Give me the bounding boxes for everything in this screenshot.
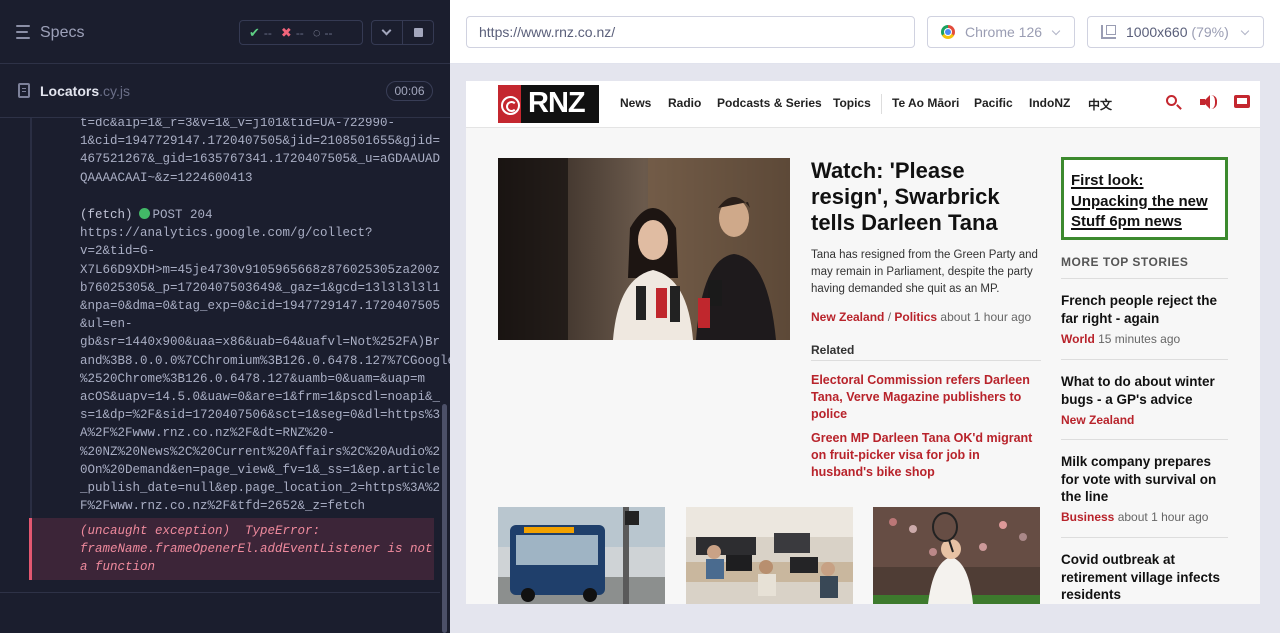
browser-label: Chrome 126 — [965, 24, 1043, 40]
viewport-label: 1000x660 (79%) — [1126, 17, 1229, 47]
nav-news[interactable]: News — [620, 96, 651, 110]
cross-icon: ✖ — [280, 24, 292, 40]
spec-file-row[interactable]: Locators.cy.js 00:06 — [0, 65, 450, 118]
story-thumbnail-bus[interactable] — [498, 507, 665, 604]
section-link[interactable]: New Zealand — [811, 310, 884, 324]
story-meta: New Zealand — [1061, 413, 1134, 427]
nav-indonz[interactable]: IndoNZ — [1029, 96, 1070, 110]
fetch-status: POST 204 — [152, 208, 213, 222]
chevron-down-icon — [1240, 26, 1250, 36]
rnz-logo[interactable]: RNZ — [498, 85, 599, 123]
command-log-panel: Specs ✔ -- ✖ -- ◌ -- Locators.cy.js 00:06 t… — [0, 0, 450, 633]
failed-stat: ✖ -- — [281, 25, 304, 41]
nav-radio[interactable]: Radio — [668, 96, 701, 110]
story-title[interactable]: Milk company prepares for vote with surv… — [1061, 453, 1228, 506]
passed-stat: ✔ -- — [249, 25, 272, 41]
viewport-size: 1000x660 — [1126, 24, 1188, 40]
stop-button[interactable] — [403, 20, 434, 45]
promo-box[interactable]: First look: Unpacking the new Stuff 6pm … — [1061, 157, 1228, 240]
collapse-all-button[interactable] — [371, 20, 403, 45]
error-message: (uncaught exception) TypeError: frameNam… — [80, 524, 433, 575]
log-scrollbar[interactable] — [442, 404, 447, 633]
pending-count: -- — [324, 25, 333, 40]
lead-standfirst: Tana has resigned from the Green Party a… — [811, 249, 1038, 295]
section-link[interactable]: World — [1061, 332, 1095, 346]
aut-header: https://www.rnz.co.nz/ Chrome 126 1000x6… — [450, 0, 1280, 64]
lead-meta: New Zealand / Politics about 1 hour ago — [811, 310, 1031, 324]
related-label: Related — [811, 343, 855, 357]
nav-chinese[interactable]: 中文 — [1088, 96, 1112, 113]
nav-pacific[interactable]: Pacific — [974, 96, 1013, 110]
site-nav: RNZ News Radio Podcasts & Series Topics … — [466, 81, 1260, 128]
spinner-icon: ◌ — [312, 25, 321, 40]
document-icon — [18, 83, 30, 98]
story-meta: Business about 1 hour ago — [1061, 510, 1208, 524]
spec-file-name: Locators.cy.js — [40, 83, 130, 99]
divider — [811, 360, 1041, 361]
viewport-icon — [1101, 25, 1116, 39]
logo-text: RNZ — [528, 87, 586, 119]
passed-count: -- — [263, 25, 272, 40]
command-log[interactable]: t=dc&aip=1&_r=3&v=1&_v=j101&tid=UA-72299… — [0, 118, 450, 592]
spec-name: Locators — [40, 83, 100, 99]
timestamp: about 1 hour ago — [1117, 510, 1209, 524]
video-icon[interactable] — [1234, 95, 1250, 108]
log-indent-bar — [30, 118, 32, 518]
topic-link[interactable]: Politics — [894, 310, 937, 324]
more-top-stories-heading: MORE TOP STORIES — [1061, 255, 1189, 269]
uncaught-exception-entry[interactable]: (uncaught exception) TypeError: frameNam… — [29, 518, 434, 580]
meta-separator: / — [887, 310, 892, 324]
spec-duration: 00:06 — [386, 81, 433, 101]
nav-te-ao-maori[interactable]: Te Ao Māori — [892, 96, 959, 110]
runner-header: Specs ✔ -- ✖ -- ◌ -- — [0, 0, 450, 64]
nav-separator — [881, 94, 882, 114]
url-bar[interactable]: https://www.rnz.co.nz/ — [466, 16, 915, 48]
rnz-logo-mark — [498, 85, 521, 123]
divider — [1061, 278, 1228, 279]
fetch-url: https://analytics.google.com/g/collect? … — [80, 226, 450, 514]
divider — [1061, 439, 1228, 440]
viewport-selector[interactable]: 1000x660 (79%) — [1087, 16, 1264, 48]
zoom-level: (79%) — [1191, 24, 1229, 40]
related-link[interactable]: Green MP Darleen Tana OK'd migrant on fr… — [811, 430, 1041, 481]
timestamp: 15 minutes ago — [1098, 332, 1181, 346]
log-fetch-entry[interactable]: (fetch) POST 204 https://analytics.google… — [80, 206, 450, 515]
divider — [0, 592, 440, 593]
test-stats: ✔ -- ✖ -- ◌ -- — [239, 20, 363, 45]
browser-selector[interactable]: Chrome 126 — [927, 16, 1075, 48]
story-thumbnail-tennis[interactable] — [873, 507, 1040, 604]
promo-title[interactable]: First look: Unpacking the new Stuff 6pm … — [1071, 171, 1221, 233]
specs-list-icon[interactable] — [16, 25, 32, 39]
chrome-icon — [941, 25, 955, 39]
nav-topics[interactable]: Topics — [833, 96, 871, 110]
speaker-waves — [1211, 95, 1217, 109]
story-title[interactable]: What to do about winter bugs - a GP's ad… — [1061, 373, 1228, 408]
timestamp: about 1 hour ago — [940, 310, 1032, 324]
stop-icon — [414, 28, 423, 37]
section-link[interactable]: New Zealand — [1061, 413, 1134, 427]
specs-title[interactable]: Specs — [40, 24, 84, 42]
check-icon: ✔ — [249, 24, 260, 40]
log-previous-request[interactable]: t=dc&aip=1&_r=3&v=1&_v=j101&tid=UA-72299… — [80, 118, 440, 187]
chevron-down-icon — [381, 25, 392, 36]
failed-count: -- — [295, 25, 304, 40]
divider — [1061, 359, 1228, 360]
related-link[interactable]: Electoral Commission refers Darleen Tana… — [811, 372, 1041, 423]
fetch-tag: (fetch) — [80, 208, 133, 222]
aut-iframe[interactable]: RNZ News Radio Podcasts & Series Topics … — [466, 81, 1260, 604]
lead-story-image[interactable] — [498, 158, 790, 340]
divider — [1061, 537, 1228, 538]
status-dot-icon — [138, 208, 150, 219]
story-meta: World 15 minutes ago — [1061, 332, 1180, 346]
pending-stat: ◌ -- — [313, 25, 333, 40]
nav-podcasts[interactable]: Podcasts & Series — [717, 96, 822, 110]
story-thumbnail-office[interactable] — [686, 507, 853, 604]
chevron-down-icon — [1051, 26, 1061, 36]
section-link[interactable]: Business — [1061, 510, 1114, 524]
story-title[interactable]: French people reject the far right - aga… — [1061, 292, 1228, 327]
lead-headline[interactable]: Watch: 'Please resign', Swarbrick tells … — [811, 158, 1041, 236]
spec-ext: .cy.js — [99, 83, 130, 99]
search-icon[interactable] — [1166, 95, 1177, 106]
story-title[interactable]: Covid outbreak at retirement village inf… — [1061, 551, 1228, 604]
